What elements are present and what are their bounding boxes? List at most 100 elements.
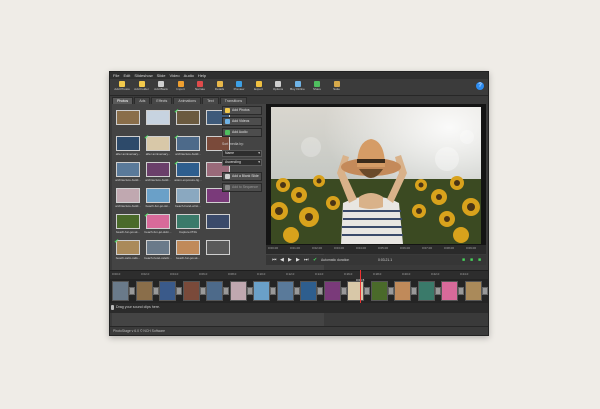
media-thumbnail[interactable]: beach-hand-wrist... — [175, 188, 201, 208]
tab-transitions[interactable]: Transitions — [219, 97, 248, 104]
transition-icon[interactable] — [411, 287, 417, 295]
tab-text[interactable]: Text — [202, 97, 219, 104]
menu-file[interactable]: File — [113, 72, 119, 79]
transition-icon[interactable] — [223, 287, 229, 295]
media-side-panel: Add Photos Add Videos Add Audio Sort med… — [222, 104, 262, 269]
timeline-clip[interactable] — [300, 281, 317, 301]
play-icon[interactable]: ▶ — [288, 257, 292, 263]
timeline-clip[interactable] — [276, 281, 294, 301]
checkbox-icon[interactable]: ✔ — [313, 257, 317, 263]
transition-icon[interactable] — [199, 287, 206, 295]
toolbar-button-7[interactable]: Export — [250, 80, 268, 95]
menu-slideshow[interactable]: Slideshow — [134, 72, 152, 79]
transition-icon[interactable] — [434, 287, 441, 295]
timeline-clip[interactable] — [159, 281, 176, 301]
add-green-icon-2[interactable]: ■ — [470, 257, 473, 263]
toolbar-button-6[interactable]: Preview — [230, 80, 248, 95]
add-green-icon[interactable]: ■ — [462, 257, 465, 263]
timeline-clip[interactable] — [370, 281, 388, 301]
media-thumbnail[interactable]: beach-fun-jet-sk... — [116, 214, 140, 234]
media-thumbnail[interactable]: ✔ beach-calm-rails... — [114, 239, 140, 260]
transition-icon[interactable] — [176, 287, 182, 295]
transition-icon[interactable] — [246, 287, 253, 295]
transition-icon[interactable] — [458, 287, 464, 295]
transition-icon[interactable] — [387, 287, 394, 295]
sort-by-select[interactable]: Name ▾ — [222, 150, 262, 157]
media-thumbnail[interactable]: architecture-build... — [145, 162, 171, 182]
step-forward-icon[interactable]: ▶ — [296, 257, 300, 263]
media-thumbnail[interactable]: ✔ architecture-build... — [174, 135, 201, 156]
tab-photos[interactable]: Photos — [112, 97, 134, 104]
menu-video[interactable]: Video — [170, 72, 180, 79]
thumbnail-caption: architecture-build... — [145, 178, 171, 182]
timeline-clip[interactable] — [253, 281, 270, 301]
toolbar-button-9[interactable]: Buy Online — [289, 80, 307, 95]
timeline-clip[interactable] — [229, 281, 247, 301]
media-thumbnail[interactable] — [116, 110, 140, 130]
toolbar-button-2[interactable]: Add Blank — [152, 80, 170, 95]
menu-audio[interactable]: Audio — [184, 72, 194, 79]
timeline-clip[interactable] — [417, 281, 435, 301]
timeline-clip[interactable] — [464, 281, 482, 301]
add-blank-slide-button[interactable]: Add a Blank Slide — [222, 172, 262, 181]
menu-edit[interactable]: Edit — [123, 72, 130, 79]
toolbar-button-3[interactable]: Import — [172, 80, 190, 95]
transition-icon[interactable] — [152, 287, 159, 295]
timeline-clip[interactable] — [112, 281, 129, 301]
add-videos-button[interactable]: Add Videos — [222, 117, 262, 126]
tab-effects[interactable]: Effects — [151, 97, 173, 104]
toolbar-button-10[interactable]: Share — [308, 80, 326, 95]
toolbar-button-0[interactable]: Add Photos — [113, 80, 131, 95]
add-audio-label: Add Audio — [232, 130, 248, 134]
media-thumbnail[interactable]: ✔ — [174, 109, 200, 130]
media-thumbnail[interactable]: ✔ aston-exposure-lig... — [174, 161, 202, 182]
tab-animations[interactable]: Animations — [173, 97, 202, 104]
media-thumbnail[interactable]: beach-hotel-celebr... — [144, 240, 172, 260]
transition-icon[interactable] — [270, 287, 276, 295]
transition-icon[interactable] — [340, 287, 347, 295]
transition-icon[interactable] — [317, 287, 323, 295]
sound-track[interactable]: Drag your sound clips here. — [110, 303, 488, 313]
timeline-clip[interactable] — [347, 281, 364, 301]
timeline-clip[interactable] — [323, 281, 341, 301]
add-green-icon-3[interactable]: ■ — [478, 257, 481, 263]
menu-slide[interactable]: Slide — [157, 72, 166, 79]
timeline-clip[interactable] — [206, 281, 223, 301]
menu-help[interactable]: Help — [198, 72, 206, 79]
media-thumbnail[interactable]: ✔ after anniversary... — [144, 135, 170, 156]
timeline-ruler[interactable]: 0:00.0 0:02.0 0:04.0 0:06.0 0:08.0 0:10.0 0:12… — [110, 270, 488, 279]
timeline-clip[interactable] — [182, 281, 200, 301]
timeline-clip[interactable] — [441, 281, 458, 301]
media-thumbnail[interactable]: after anniversary... — [116, 136, 140, 156]
timeline-clip[interactable] — [394, 281, 411, 301]
tab-ads[interactable]: Ads — [134, 97, 151, 104]
media-thumbnail[interactable]: beach-fun-jet-sk... — [176, 240, 200, 260]
preview-time-ruler[interactable]: 0:00.00 0:01.00 0:02.00 0:03.00 0:04.00 0:05.… — [266, 245, 486, 254]
add-audio-icon — [225, 130, 230, 135]
media-thumbnail[interactable]: architecture-build... — [115, 162, 141, 182]
toolbar-button-4[interactable]: Narrate — [191, 80, 209, 95]
toolbar-button-5[interactable]: Details — [211, 80, 229, 95]
toolbar-button-1[interactable]: Add Folder — [133, 80, 151, 95]
transition-icon[interactable] — [481, 287, 488, 295]
skip-end-icon[interactable]: ⏭ — [304, 257, 309, 263]
add-to-sequence-button[interactable]: Add to Sequence — [222, 183, 262, 192]
add-photos-button[interactable]: Add Photos — [222, 106, 262, 115]
media-thumbnail[interactable]: Capture.PNG — [176, 214, 200, 234]
media-thumbnail[interactable]: ✔ beach-fun-jet-skiin... — [144, 213, 172, 234]
skip-start-icon[interactable]: ⏮ — [272, 257, 277, 263]
add-audio-button[interactable]: Add Audio — [222, 128, 262, 137]
toolbar-button-8[interactable]: Options — [269, 80, 287, 95]
toolbar-button-11[interactable]: Suite — [328, 80, 346, 95]
media-thumbnail[interactable]: beach-fun-jet-ski... — [146, 188, 170, 208]
sort-order-select[interactable]: Ascending ▾ — [222, 159, 262, 166]
help-icon[interactable]: ? — [476, 82, 484, 90]
media-thumbnail[interactable]: architecture-build... — [115, 188, 141, 208]
step-back-icon[interactable]: ◀ — [280, 257, 284, 263]
transition-icon[interactable] — [293, 287, 300, 295]
timeline-clip[interactable] — [135, 281, 153, 301]
transition-icon[interactable] — [129, 287, 135, 295]
transition-icon[interactable] — [364, 287, 370, 295]
media-thumbnail[interactable] — [146, 110, 170, 130]
timeline-track[interactable]: 0:05.5 — [110, 278, 488, 303]
